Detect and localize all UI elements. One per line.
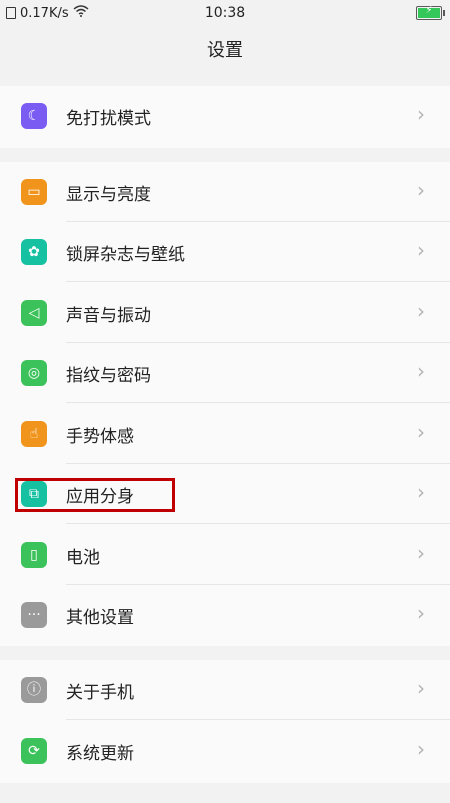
chevron-right-icon: › xyxy=(417,737,425,761)
settings-group-3: ⓘ 关于手机 › ⟳ 系统更新 › xyxy=(0,660,450,783)
fingerprint-icon: ◎ xyxy=(21,360,47,386)
settings-item-label: 电池 xyxy=(66,548,100,568)
settings-item-label: 手势体感 xyxy=(66,427,134,447)
settings-item-dnd[interactable]: ☾ 免打扰模式 › xyxy=(0,86,450,146)
display-icon: ▭ xyxy=(21,179,47,205)
settings-item-label: 免打扰模式 xyxy=(66,109,151,129)
settings-item-update[interactable]: ⟳ 系统更新 › xyxy=(0,721,450,781)
settings-item-gesture[interactable]: ☝ 手势体感 › xyxy=(0,404,450,464)
flower-icon: ✿ xyxy=(21,239,47,265)
update-icon: ⟳ xyxy=(21,738,47,764)
status-time: 10:38 xyxy=(204,5,246,21)
settings-item-label: 显示与亮度 xyxy=(66,185,151,205)
settings-group-2: ▭ 显示与亮度 › ✿ 锁屏杂志与壁纸 › ◁ 声音与振动 › ◎ 指纹与密码 … xyxy=(0,162,450,646)
settings-item-about[interactable]: ⓘ 关于手机 › xyxy=(0,660,450,720)
divider xyxy=(66,402,450,403)
chevron-right-icon: › xyxy=(417,238,425,262)
divider xyxy=(66,719,450,720)
chevron-right-icon: › xyxy=(417,676,425,700)
settings-item-label: 其他设置 xyxy=(66,608,134,628)
info-icon: ⓘ xyxy=(21,677,47,703)
speaker-icon: ◁ xyxy=(21,300,47,326)
divider xyxy=(66,523,450,524)
chevron-right-icon: › xyxy=(417,178,425,202)
moon-icon: ☾ xyxy=(21,103,47,129)
hand-icon: ☝ xyxy=(21,421,47,447)
highlight-box xyxy=(15,478,175,512)
settings-item-lockscreen[interactable]: ✿ 锁屏杂志与壁纸 › xyxy=(0,222,450,282)
chevron-right-icon: › xyxy=(417,299,425,323)
more-icon: ··· xyxy=(21,602,47,628)
settings-item-display[interactable]: ▭ 显示与亮度 › xyxy=(0,162,450,222)
divider xyxy=(66,281,450,282)
settings-item-label: 锁屏杂志与壁纸 xyxy=(66,245,185,265)
settings-item-battery[interactable]: ▯ 电池 › xyxy=(0,525,450,585)
settings-item-label: 关于手机 xyxy=(66,683,134,703)
settings-item-fingerprint[interactable]: ◎ 指纹与密码 › xyxy=(0,343,450,403)
chevron-right-icon: › xyxy=(417,601,425,625)
settings-item-sound[interactable]: ◁ 声音与振动 › xyxy=(0,283,450,343)
page-title: 设置 xyxy=(207,40,243,61)
chevron-right-icon: › xyxy=(417,102,425,126)
battery-charging-icon: ⚡ xyxy=(416,5,445,20)
battery-icon: ▯ xyxy=(21,542,47,568)
chevron-right-icon: › xyxy=(417,480,425,504)
settings-group-1: ☾ 免打扰模式 › xyxy=(0,86,450,148)
chevron-right-icon: › xyxy=(417,541,425,565)
settings-item-other[interactable]: ··· 其他设置 › xyxy=(0,585,450,645)
settings-item-label: 声音与振动 xyxy=(66,306,151,326)
status-bar: 0.17K/s 10:38 ⚡ xyxy=(0,0,450,26)
settings-item-label: 系统更新 xyxy=(66,744,134,764)
chevron-right-icon: › xyxy=(417,359,425,383)
chevron-right-icon: › xyxy=(417,420,425,444)
settings-item-label: 指纹与密码 xyxy=(66,366,151,386)
